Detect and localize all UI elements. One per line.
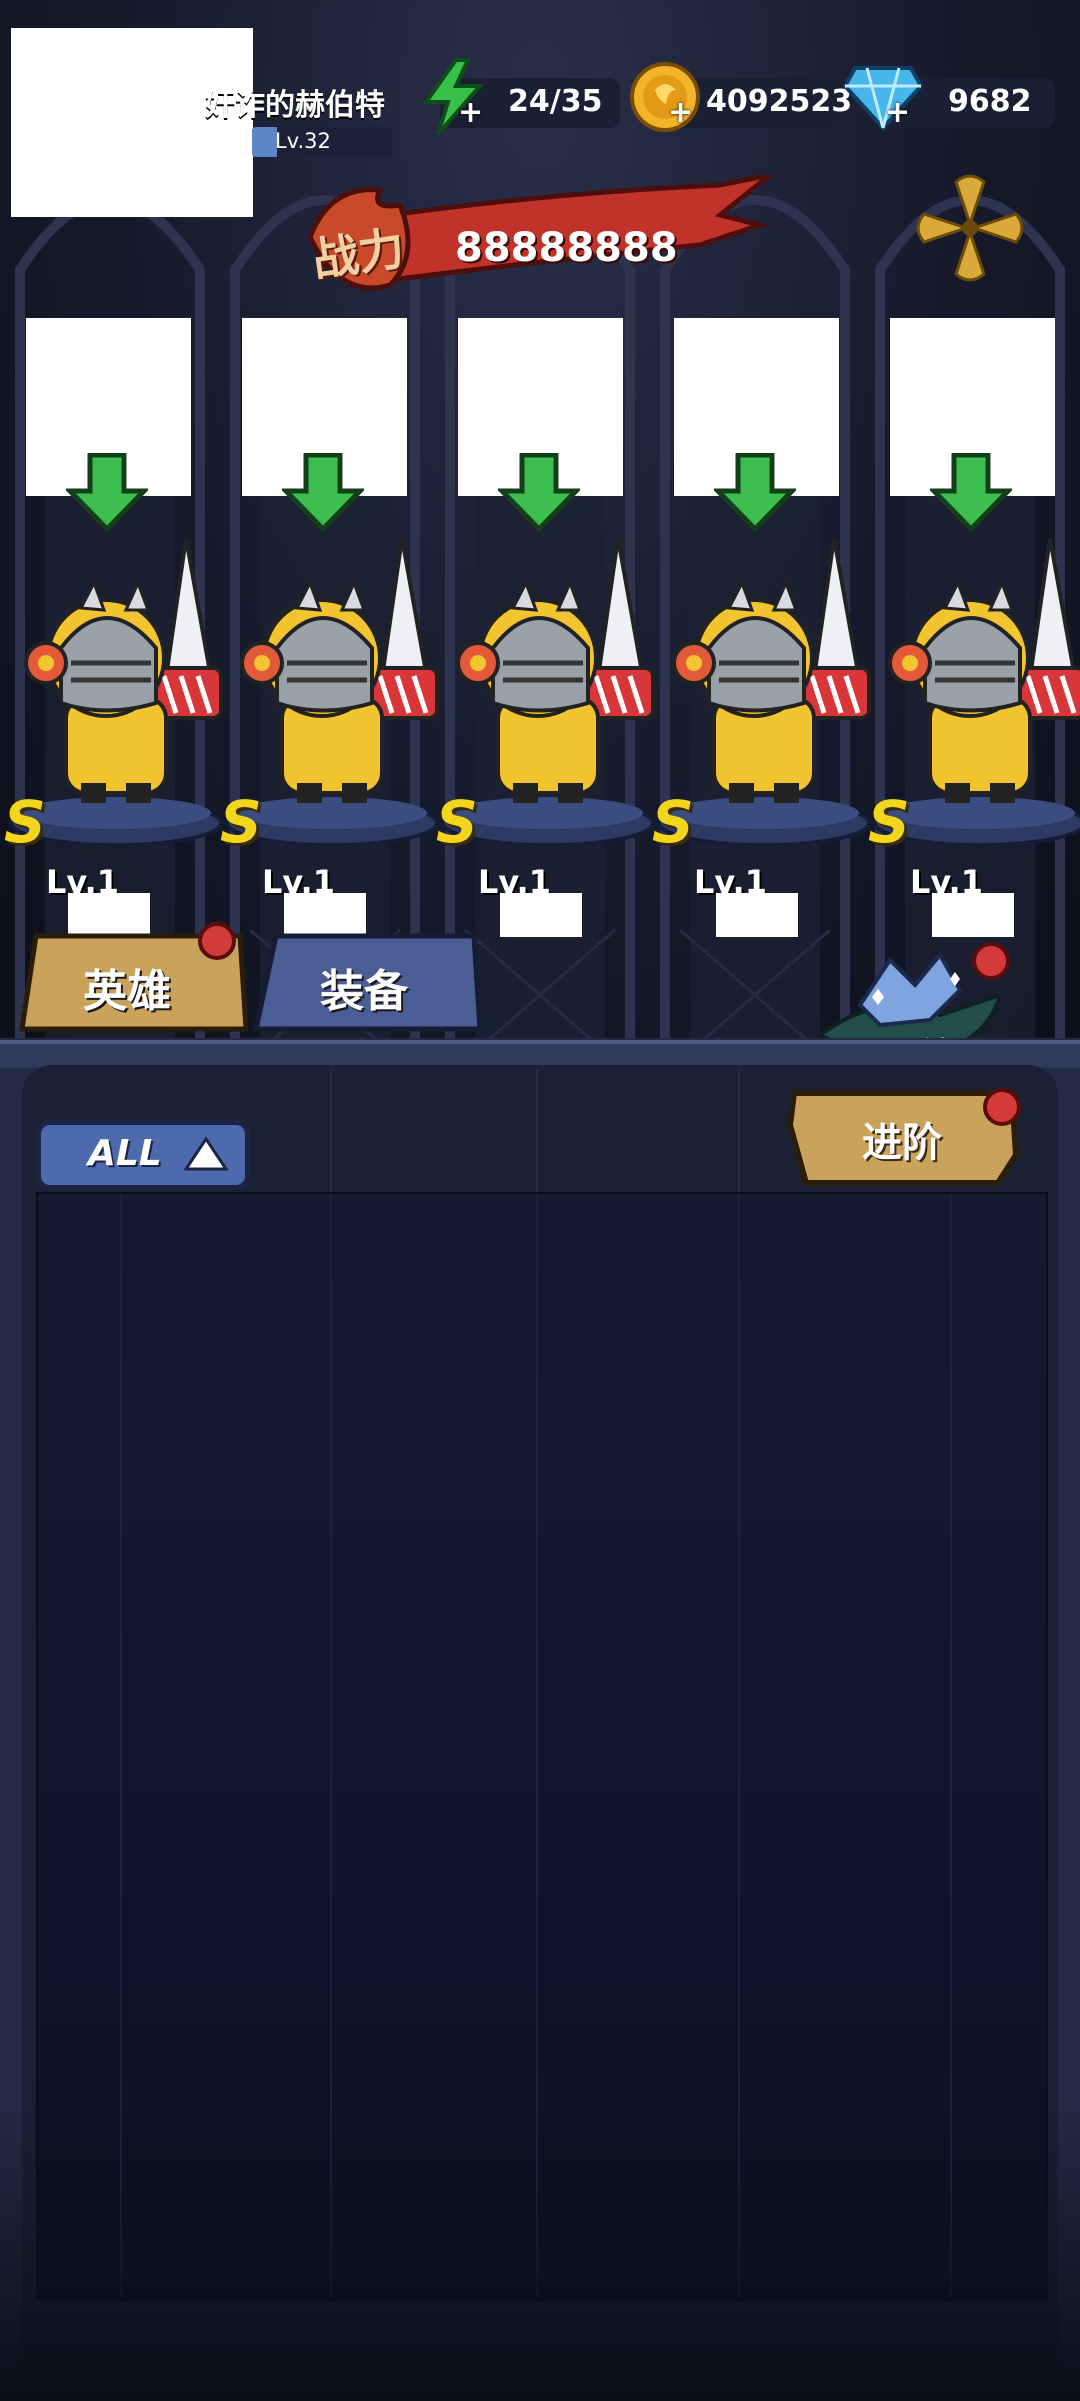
energy-add-button[interactable]: + bbox=[458, 95, 483, 130]
hero-rank-badge: S bbox=[4, 788, 46, 856]
hero-slot[interactable]: S Lv.1 bbox=[220, 318, 439, 937]
green-down-arrow-icon[interactable] bbox=[930, 453, 1012, 533]
gems-value: 9682 bbox=[948, 84, 1032, 119]
player-name: 奸诈的赫伯特 bbox=[205, 88, 385, 123]
hero-slot[interactable]: S Lv.1 bbox=[652, 318, 871, 937]
gems-add-button[interactable]: + bbox=[885, 95, 910, 130]
bottom-fade bbox=[0, 2100, 1080, 2401]
hero-rank-badge: S bbox=[220, 788, 262, 856]
diamond-icon bbox=[843, 66, 923, 131]
hero-name-tag bbox=[932, 893, 1014, 937]
green-down-arrow-icon[interactable] bbox=[714, 453, 796, 533]
player-level: Lv.32 bbox=[275, 129, 331, 153]
hero-rank-badge: S bbox=[868, 788, 910, 856]
gold-add-button[interactable]: + bbox=[668, 95, 693, 130]
hero-rank-badge: S bbox=[652, 788, 694, 856]
green-down-arrow-icon[interactable] bbox=[66, 453, 148, 533]
power-label: 战力 bbox=[309, 220, 408, 288]
hero-slot[interactable]: S Lv.1 bbox=[4, 318, 223, 937]
gold-value: 4092523 bbox=[706, 84, 853, 119]
hero-slot[interactable]: S Lv.1 bbox=[436, 318, 655, 937]
level-progress-fill bbox=[252, 127, 278, 157]
hero-name-tag bbox=[500, 893, 582, 937]
clover-gear-icon[interactable] bbox=[910, 168, 1030, 288]
green-down-arrow-icon[interactable] bbox=[498, 453, 580, 533]
triangle-up-icon bbox=[183, 1136, 229, 1171]
power-value: 88888888 bbox=[455, 225, 678, 271]
hero-name-tag bbox=[716, 893, 798, 937]
filter-all-label: ALL bbox=[88, 1133, 162, 1174]
advance-notification-badge bbox=[983, 1088, 1021, 1126]
tab-equipment-label: 装备 bbox=[320, 966, 408, 1017]
panel-rail bbox=[0, 1040, 1080, 1068]
hero-rank-badge: S bbox=[436, 788, 478, 856]
hero-notification-badge bbox=[198, 922, 236, 960]
tab-hero-label: 英雄 bbox=[83, 966, 171, 1017]
advance-label: 进阶 bbox=[862, 1120, 942, 1166]
bond-notification-badge bbox=[972, 942, 1010, 980]
energy-value: 24/35 bbox=[508, 84, 603, 119]
green-down-arrow-icon[interactable] bbox=[282, 453, 364, 533]
hero-slot[interactable]: S Lv.1 bbox=[868, 318, 1080, 937]
